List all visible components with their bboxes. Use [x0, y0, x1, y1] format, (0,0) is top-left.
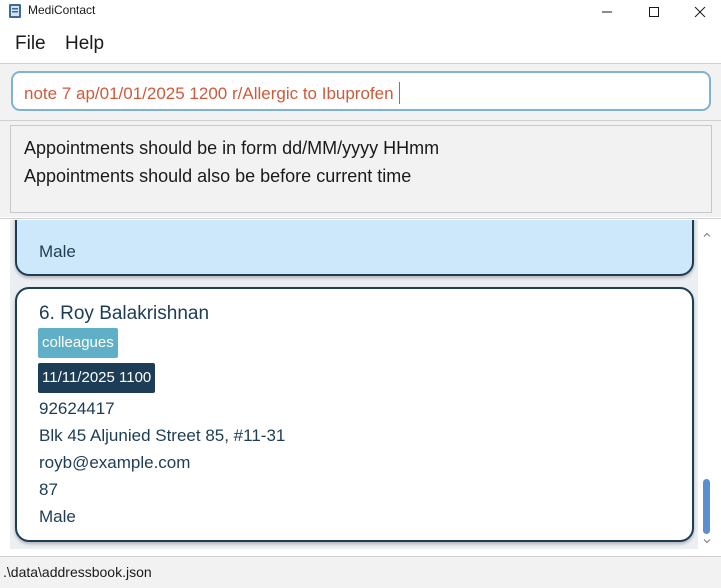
- text-caret: [398, 82, 400, 104]
- list-scrollbar[interactable]: [700, 230, 714, 548]
- result-area: Appointments should be in form dd/MM/yyy…: [0, 121, 721, 217]
- minimize-icon: [602, 11, 612, 13]
- command-input[interactable]: note 7 ap/01/01/2025 1200 r/Allergic to …: [11, 71, 711, 111]
- person-card[interactable]: 6. Roy Balakrishnan colleagues 11/11/202…: [15, 287, 694, 542]
- person-phone: 92624417: [39, 399, 115, 418]
- command-text: note 7 ap/01/01/2025 1200 r/Allergic to …: [24, 84, 394, 103]
- person-gender: Male: [39, 507, 76, 526]
- status-bar: .\data\addressbook.json: [0, 556, 721, 588]
- maximize-icon: [649, 7, 659, 17]
- minimize-button[interactable]: [584, 0, 630, 24]
- person-tag: colleagues: [38, 328, 118, 358]
- result-display[interactable]: Appointments should be in form dd/MM/yyy…: [10, 125, 712, 213]
- result-line-2: Appointments should also be before curre…: [24, 166, 412, 186]
- person-name: 6. Roy Balakrishnan: [39, 303, 210, 324]
- scroll-up-icon[interactable]: [702, 230, 712, 240]
- person-address: Blk 45 Aljunied Street 85, #11-31: [39, 426, 286, 445]
- person-list[interactable]: Male 6. Roy Balakrishnan colleagues 11/1…: [10, 220, 698, 549]
- menu-bar: File Help: [0, 27, 721, 63]
- appointment-badge: 11/11/2025 1100: [38, 363, 156, 393]
- close-button[interactable]: [677, 0, 721, 24]
- command-area: note 7 ap/01/01/2025 1200 r/Allergic to …: [0, 64, 721, 120]
- window-title: MediContact: [28, 3, 96, 17]
- result-line-1: Appointments should be in form dd/MM/yyy…: [24, 138, 440, 158]
- menu-help[interactable]: Help: [65, 33, 104, 55]
- person-list-panel: Male 6. Roy Balakrishnan colleagues 11/1…: [0, 219, 721, 553]
- person-email: royb@example.com: [39, 453, 191, 472]
- person-card-selected[interactable]: Male: [15, 220, 694, 276]
- person-gender: Male: [39, 242, 76, 261]
- storage-path: .\data\addressbook.json: [3, 564, 152, 580]
- close-icon: [694, 6, 706, 18]
- scroll-down-icon[interactable]: [702, 536, 712, 546]
- menu-file[interactable]: File: [15, 33, 46, 55]
- scroll-thumb[interactable]: [703, 479, 710, 534]
- app-icon: [9, 4, 21, 18]
- maximize-button[interactable]: [631, 0, 677, 24]
- title-bar: MediContact: [0, 0, 721, 24]
- person-age: 87: [39, 480, 58, 499]
